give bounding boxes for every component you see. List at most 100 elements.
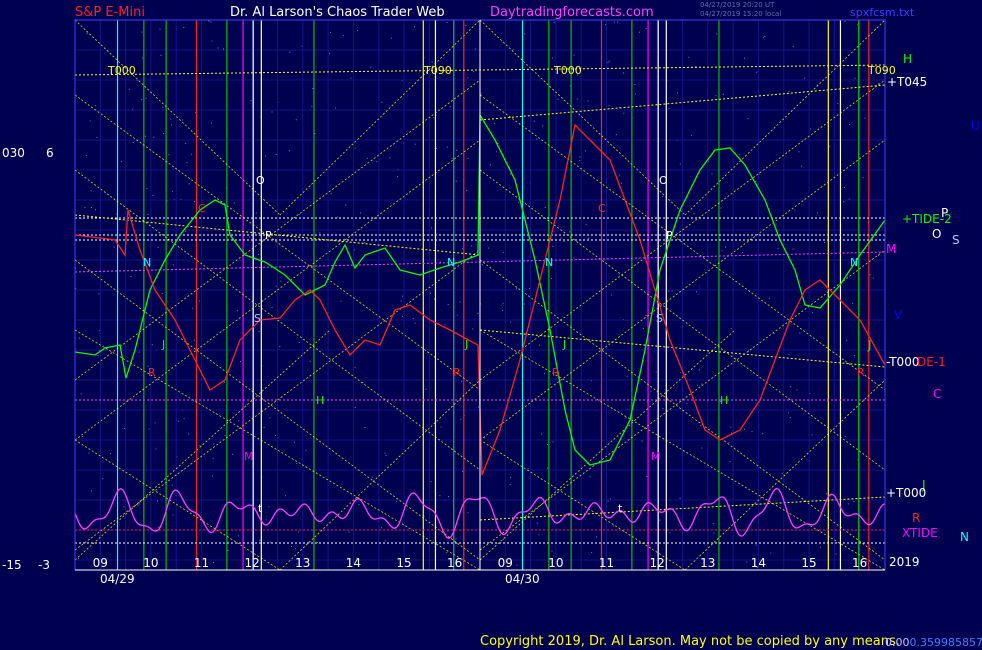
star [446, 551, 448, 553]
star [185, 230, 187, 232]
star [86, 32, 88, 34]
star [619, 174, 621, 176]
star [381, 527, 382, 529]
diagonal-line [479, 19, 686, 216]
star [275, 154, 277, 155]
star [538, 534, 540, 536]
star [265, 155, 266, 157]
star [444, 324, 446, 326]
star [484, 437, 486, 439]
footer-value-b: 0.3599858578 [909, 636, 982, 649]
chart-label: R [857, 366, 865, 379]
star [172, 264, 174, 266]
star [623, 72, 625, 74]
star [853, 355, 855, 357]
star [145, 97, 147, 99]
star [81, 436, 83, 437]
star [854, 77, 856, 79]
time-tick-label: 13 [700, 556, 715, 570]
star [573, 54, 575, 56]
star [354, 366, 356, 368]
star [825, 493, 827, 495]
star [172, 514, 174, 516]
star [812, 312, 813, 314]
star [696, 291, 698, 293]
star [801, 165, 802, 167]
star [639, 31, 640, 33]
star [843, 201, 845, 203]
star [573, 257, 575, 259]
time-tick-label: 12 [650, 556, 665, 570]
star [436, 147, 437, 149]
star [563, 241, 565, 242]
star [502, 538, 504, 540]
star [295, 119, 297, 121]
star [291, 546, 292, 547]
star [79, 337, 81, 339]
star [872, 277, 874, 279]
star [853, 500, 855, 502]
star [877, 83, 879, 85]
star [539, 344, 540, 346]
star [455, 180, 457, 182]
star [183, 418, 185, 420]
star [85, 154, 87, 156]
timestamp-local: 04/27/2019 15:20 local [700, 10, 782, 18]
star [123, 506, 125, 508]
right-label: -T000 [886, 355, 919, 369]
right-label: +T000 [886, 486, 926, 500]
star [342, 35, 344, 37]
chart-label: J [161, 338, 165, 351]
chart-label: C [598, 202, 606, 215]
star [183, 27, 185, 28]
instrument-title: S&P E-Mini [75, 5, 145, 20]
star [502, 302, 504, 304]
star [431, 227, 432, 229]
star [722, 93, 724, 95]
star [414, 26, 415, 28]
star [275, 285, 277, 287]
star [163, 133, 165, 134]
star [756, 71, 758, 73]
star [477, 312, 479, 314]
time-tick-label: 11 [599, 556, 614, 570]
star [641, 440, 643, 442]
star [685, 528, 687, 530]
star [227, 549, 229, 551]
star [400, 300, 402, 302]
time-tick-label: 09 [498, 556, 513, 570]
star [279, 346, 281, 347]
right-label: N [960, 530, 969, 544]
star [84, 207, 86, 209]
star [402, 315, 403, 317]
star [729, 461, 731, 463]
star [217, 47, 219, 49]
star [495, 151, 497, 153]
chart-label: T090 [423, 64, 452, 77]
star [696, 384, 698, 386]
star [160, 54, 162, 56]
chart-label: R [148, 366, 156, 379]
star [294, 441, 295, 443]
star [88, 452, 90, 454]
star [348, 531, 350, 533]
star [591, 552, 593, 554]
star [146, 187, 148, 189]
chart-label: O [659, 174, 668, 187]
star [552, 57, 553, 59]
star [233, 202, 235, 204]
star [397, 176, 399, 178]
star [430, 481, 432, 483]
star [298, 531, 300, 533]
star [605, 24, 607, 26]
time-tick-label: 15 [801, 556, 816, 570]
star [777, 247, 779, 249]
chart-label: N [447, 256, 455, 269]
star [188, 183, 190, 185]
site-url[interactable]: Daytradingforecasts.com [490, 5, 654, 21]
star [502, 251, 504, 253]
star [544, 373, 546, 374]
chart-label: J [562, 338, 566, 351]
star [550, 278, 552, 279]
star [701, 383, 703, 385]
